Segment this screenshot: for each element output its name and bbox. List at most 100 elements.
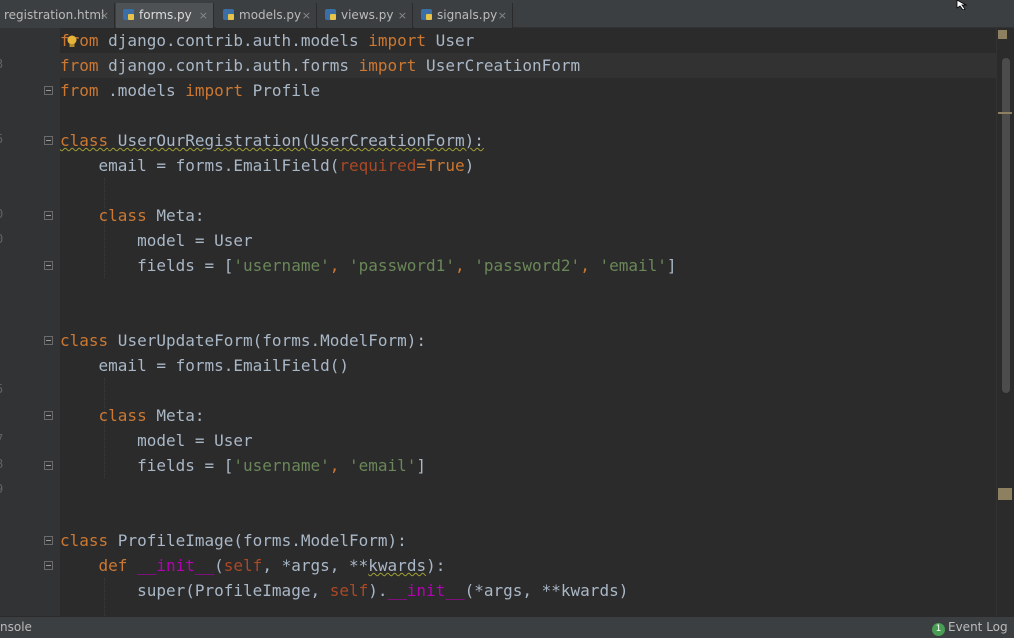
fold-start-icon[interactable] (44, 336, 53, 345)
error-stripe-marker[interactable] (998, 488, 1012, 500)
code-line[interactable]: super(ProfileImage, self).__init__(*args… (60, 578, 628, 603)
event-count-badge: 1 (932, 623, 945, 636)
code-line[interactable]: def __init__(self, *args, **kwards): (60, 553, 446, 578)
fold-start-icon[interactable] (44, 136, 53, 145)
code-line[interactable]: from .models import Profile (60, 78, 320, 103)
line-number-gutter: 3 5 0 0 5 7 8 9 (0, 28, 60, 616)
code-line[interactable]: model = User (60, 428, 253, 453)
code-line[interactable]: from django.contrib.auth.forms import Us… (60, 53, 580, 78)
code-token: User (426, 31, 475, 50)
mouse-cursor-icon (956, 0, 968, 10)
code-token: fields = [ (60, 256, 234, 275)
warning-stripe-marker[interactable] (998, 112, 1012, 114)
code-token: ProfileImage(forms.ModelForm): (108, 531, 407, 550)
close-icon[interactable]: × (302, 3, 311, 28)
tab-models-py[interactable]: models.py × (216, 3, 317, 28)
code-token: ] (666, 256, 677, 275)
scrollbar-thumb[interactable] (1002, 58, 1010, 393)
fold-end-icon[interactable] (44, 461, 53, 470)
code-token: Meta: (146, 406, 205, 425)
code-line[interactable]: class Meta: (60, 403, 205, 428)
line-number: 0 (0, 232, 8, 246)
code-line[interactable]: class ProfileImage(forms.ModelForm): (60, 528, 407, 553)
editor-tab-bar: registration.html × forms.py × models.py… (0, 0, 1014, 28)
close-icon[interactable]: × (100, 3, 109, 28)
tab-signals-py[interactable]: signals.py × (414, 3, 513, 28)
status-bar: nsole 1 Event Log (0, 616, 1014, 638)
code-token: from (60, 56, 99, 75)
code-token: from (60, 81, 99, 100)
close-icon[interactable]: × (498, 3, 507, 28)
line-number: 5 (0, 132, 8, 146)
code-token: class (60, 531, 109, 550)
code-token: import (368, 31, 427, 50)
code-token: class (60, 331, 109, 350)
code-line[interactable]: fields = ['username', 'password1', 'pass… (60, 253, 677, 278)
code-line[interactable]: model = User (60, 228, 253, 253)
code-token: def (98, 556, 128, 575)
tab-views-py[interactable]: views.py × (318, 3, 413, 28)
fold-end-icon[interactable] (44, 86, 53, 95)
code-token: UserOurRegistration(UserCreationForm): (108, 131, 484, 150)
code-token: Profile (243, 81, 321, 100)
code-token: Meta: (146, 206, 205, 225)
close-icon[interactable]: × (199, 3, 208, 28)
tab-forms-py[interactable]: forms.py × (116, 3, 214, 28)
console-tool-button[interactable]: nsole (0, 620, 32, 634)
code-token: , (329, 256, 349, 275)
close-icon[interactable]: × (398, 3, 407, 28)
fold-end-icon[interactable] (44, 261, 53, 270)
line-number: 7 (0, 432, 8, 446)
tab-label: registration.html (4, 8, 105, 22)
line-number: 0 (0, 207, 8, 221)
fold-start-icon[interactable] (44, 211, 53, 220)
code-token: 'email' (348, 456, 417, 475)
code-token: ). (368, 581, 388, 600)
code-token: True (426, 156, 465, 175)
code-line[interactable]: fields = ['username', 'email'] (60, 453, 426, 478)
tab-registration-html[interactable]: registration.html × (0, 3, 115, 28)
code-token: self (329, 581, 369, 600)
code-line[interactable]: class UserOurRegistration(UserCreationFo… (60, 128, 484, 153)
code-token: 'email' (599, 256, 667, 275)
code-token: ): (426, 556, 446, 575)
python-file-icon (223, 9, 234, 20)
fold-start-icon[interactable] (44, 411, 53, 420)
code-token: model = User (60, 431, 253, 450)
code-token: UserUpdateForm(forms.ModelForm): (108, 331, 427, 350)
code-token: , *args, ** (262, 556, 369, 575)
code-token: .models (98, 81, 186, 100)
code-line[interactable]: email = forms.EmailField() (60, 353, 349, 378)
fold-start-icon[interactable] (44, 561, 53, 570)
code-editor[interactable]: from django.contrib.auth.models import U… (60, 28, 996, 616)
code-line[interactable]: email = forms.EmailField(required=True) (60, 153, 475, 178)
line-number: 9 (0, 482, 8, 496)
code-token: model = User (60, 231, 253, 250)
code-token: __init__ (137, 556, 215, 575)
code-token: import (185, 81, 244, 100)
python-file-icon (325, 9, 336, 20)
code-line[interactable]: class Meta: (60, 203, 205, 228)
code-token: , (454, 256, 475, 275)
event-log-button[interactable]: 1 Event Log (932, 620, 1008, 636)
code-token: = (416, 156, 427, 175)
code-line[interactable]: class UserUpdateForm(forms.ModelForm): (60, 328, 426, 353)
tab-label: forms.py (139, 8, 192, 22)
code-token: __init__ (387, 581, 465, 600)
fold-start-icon[interactable] (44, 536, 53, 545)
tab-label: views.py (341, 8, 394, 22)
code-token: super(ProfileImage, (60, 581, 330, 600)
tab-label: models.py (239, 8, 302, 22)
code-token: class (60, 131, 109, 150)
code-line[interactable]: from django.contrib.auth.models import U… (60, 28, 474, 53)
line-number: 5 (0, 382, 8, 396)
lightbulb-icon[interactable] (66, 35, 78, 49)
code-token: django.contrib.auth.models (98, 31, 369, 50)
code-token: self (223, 556, 263, 575)
editor-scrollbar[interactable] (996, 28, 1014, 616)
inspection-status-marker[interactable] (998, 30, 1007, 39)
code-token: , (580, 256, 600, 275)
